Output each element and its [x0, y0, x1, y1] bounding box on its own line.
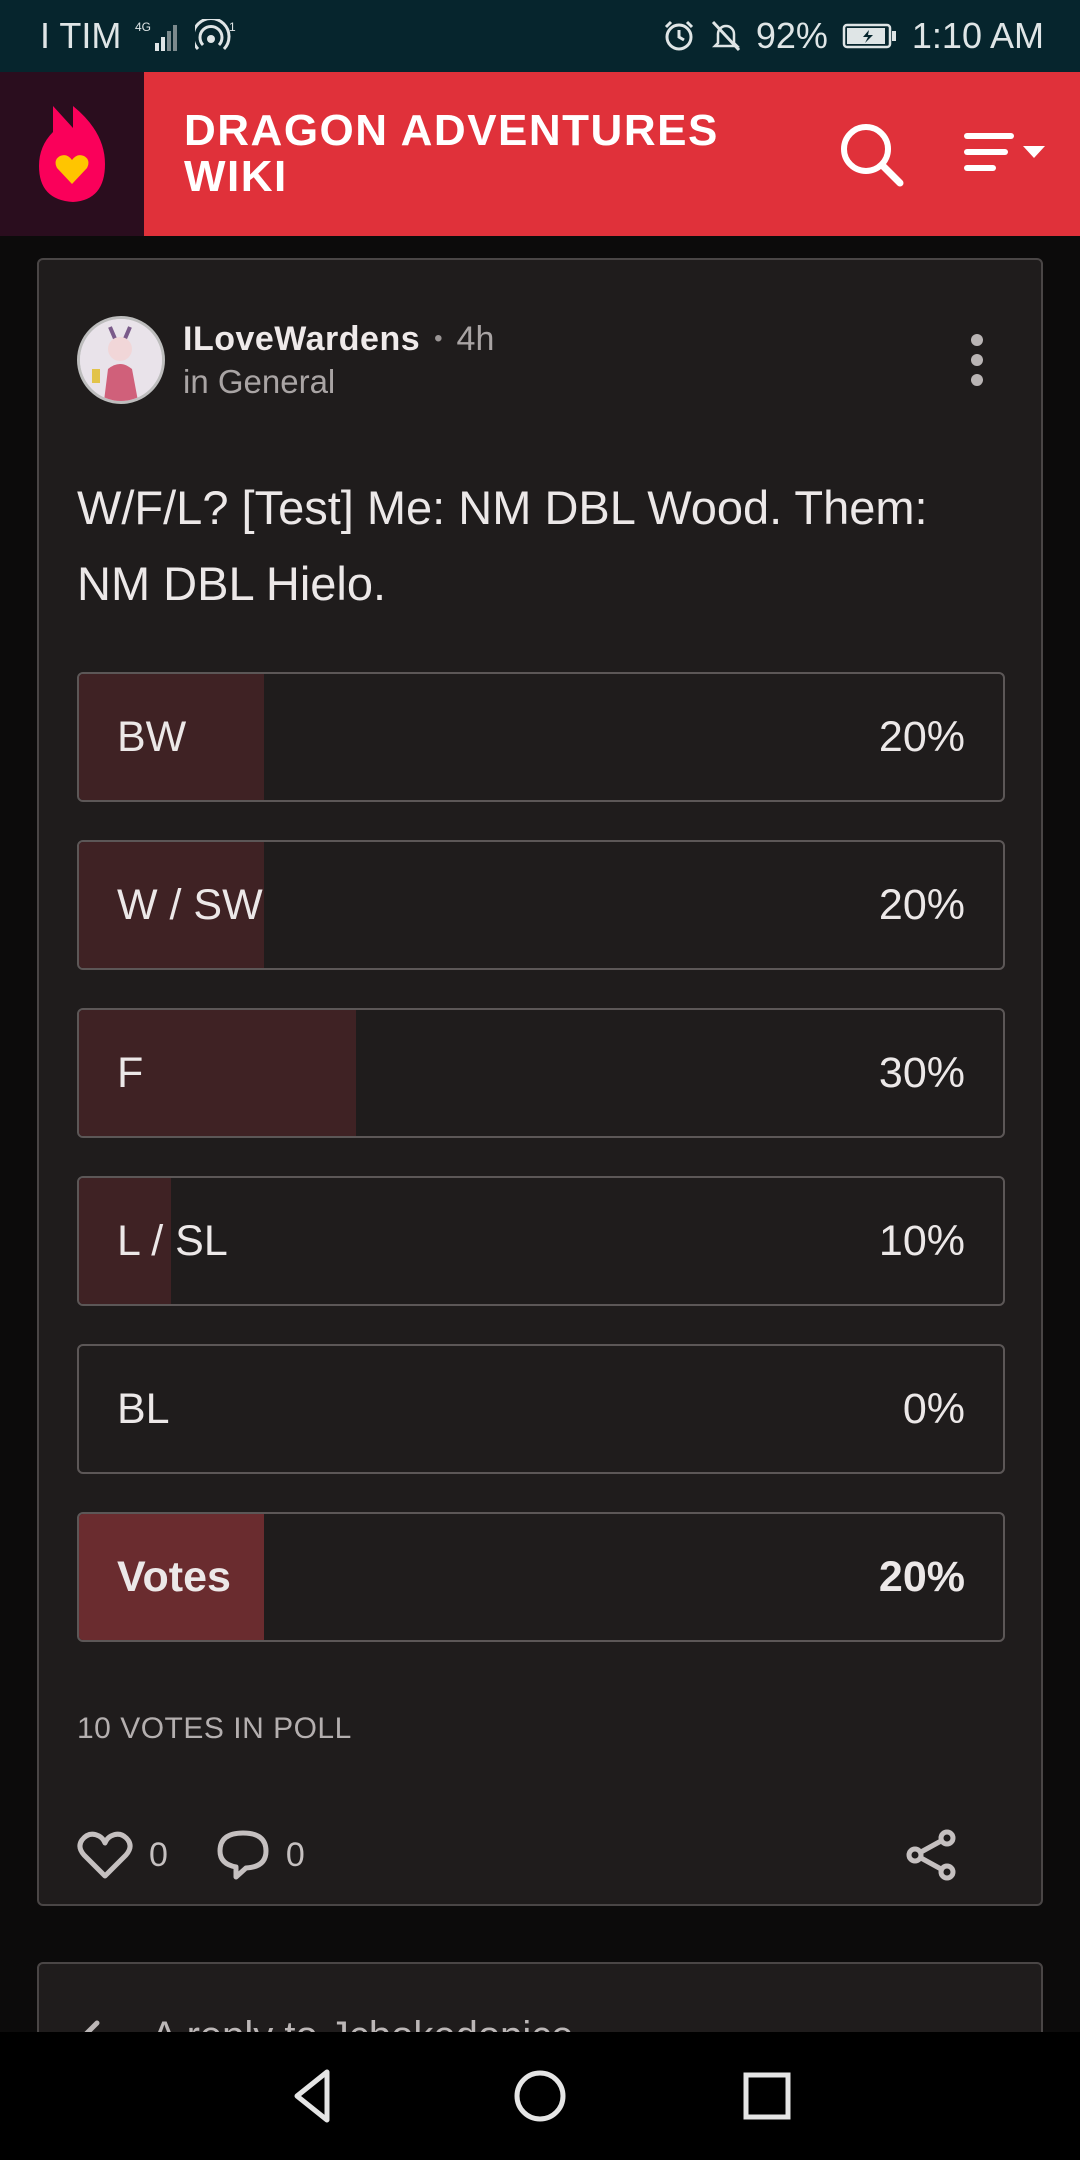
carrier-label: I TIM — [40, 15, 122, 56]
post-card: ILoveWardens • 4h in General W/F/L? [Tes… — [37, 258, 1043, 1906]
battery-percent: 92% — [755, 15, 828, 56]
back-button[interactable] — [263, 2046, 363, 2146]
share-icon — [906, 1829, 956, 1881]
reply-arrow-icon — [83, 2020, 100, 2032]
fandom-logo-icon[interactable] — [0, 72, 144, 236]
heart-icon — [77, 1831, 133, 1879]
comment-icon — [217, 1830, 269, 1880]
reply-text: A reply to Jcbokedopice — [151, 2014, 573, 2032]
poll-option-label: F — [117, 1048, 144, 1097]
like-count: 0 — [149, 1835, 168, 1874]
poll-option[interactable]: W / SW 20% — [77, 840, 1005, 970]
separator-dot: • — [434, 325, 443, 352]
poll-option-percent: 0% — [902, 1384, 965, 1433]
home-icon — [514, 2070, 566, 2122]
poll-option[interactable]: F 30% — [77, 1008, 1005, 1138]
poll-option-label: L / SL — [117, 1216, 228, 1265]
poll-votes-count: 10 VOTES IN POLL — [77, 1712, 352, 1745]
recents-icon — [743, 2072, 791, 2120]
poll-option-label: BL — [117, 1384, 170, 1433]
back-icon — [294, 2069, 330, 2123]
hotspot-icon: 1 — [195, 19, 239, 53]
poll-option-percent: 20% — [878, 1552, 965, 1601]
poll-option-percent: 30% — [878, 1048, 965, 1097]
avatar[interactable] — [77, 316, 165, 404]
comment-count: 0 — [285, 1835, 305, 1874]
network-type-label: 4G — [135, 20, 151, 34]
post-time: 4h — [456, 319, 495, 358]
wiki-header: DRAGON ADVENTURES WIKI — [0, 72, 1080, 236]
reply-card[interactable]: A reply to Jcbokedopice — [37, 1962, 1043, 2032]
poll-option-label: BW — [117, 712, 187, 761]
poll-option[interactable]: Votes 20% — [77, 1512, 1005, 1642]
comment-button[interactable]: 0 — [216, 1829, 305, 1881]
poll-option[interactable]: BL 0% — [77, 1344, 1005, 1474]
poll-option[interactable]: BW 20% — [77, 672, 1005, 802]
search-button[interactable] — [826, 109, 916, 199]
signal-icon: 4G — [135, 19, 181, 53]
system-nav-bar — [0, 2032, 1080, 2160]
post-title[interactable]: W/F/L? [Test] Me: NM DBL Wood. Them: NM … — [77, 470, 1007, 622]
poll-option-label: Votes — [117, 1552, 231, 1601]
wiki-title[interactable]: DRAGON ADVENTURES WIKI — [184, 108, 826, 200]
like-button[interactable]: 0 — [77, 1830, 168, 1880]
poll: BW 20% W / SW 20% F 30% L / SL 10% BL 0%… — [77, 672, 1005, 1680]
more-vertical-icon — [971, 334, 983, 386]
clock: 1:10 AM — [911, 15, 1044, 56]
content-area[interactable]: ILoveWardens • 4h in General W/F/L? [Tes… — [0, 236, 1080, 2032]
search-icon — [841, 124, 904, 187]
more-options-button[interactable] — [947, 314, 1007, 406]
poll-option-percent: 20% — [878, 712, 965, 761]
poll-option-label: W / SW — [117, 880, 263, 929]
author-name[interactable]: ILoveWardens — [183, 320, 420, 359]
recents-button[interactable] — [717, 2046, 817, 2146]
share-button[interactable] — [903, 1829, 959, 1881]
home-button[interactable] — [490, 2046, 590, 2146]
post-actions: 0 0 — [77, 1820, 1007, 1890]
poll-option[interactable]: L / SL 10% — [77, 1176, 1005, 1306]
menu-button[interactable] — [956, 109, 1056, 199]
poll-option-percent: 10% — [878, 1216, 965, 1265]
alarm-icon — [662, 19, 696, 53]
poll-option-percent: 20% — [878, 880, 965, 929]
menu-icon — [964, 133, 1045, 171]
mute-bell-icon — [710, 19, 742, 53]
battery-icon — [842, 22, 898, 50]
post-header: ILoveWardens • 4h in General — [77, 314, 1007, 406]
post-category[interactable]: in General — [183, 363, 947, 401]
status-bar: I TIM 4G 1 92% 1:10 AM — [0, 0, 1080, 72]
hotspot-count: 1 — [229, 20, 236, 34]
